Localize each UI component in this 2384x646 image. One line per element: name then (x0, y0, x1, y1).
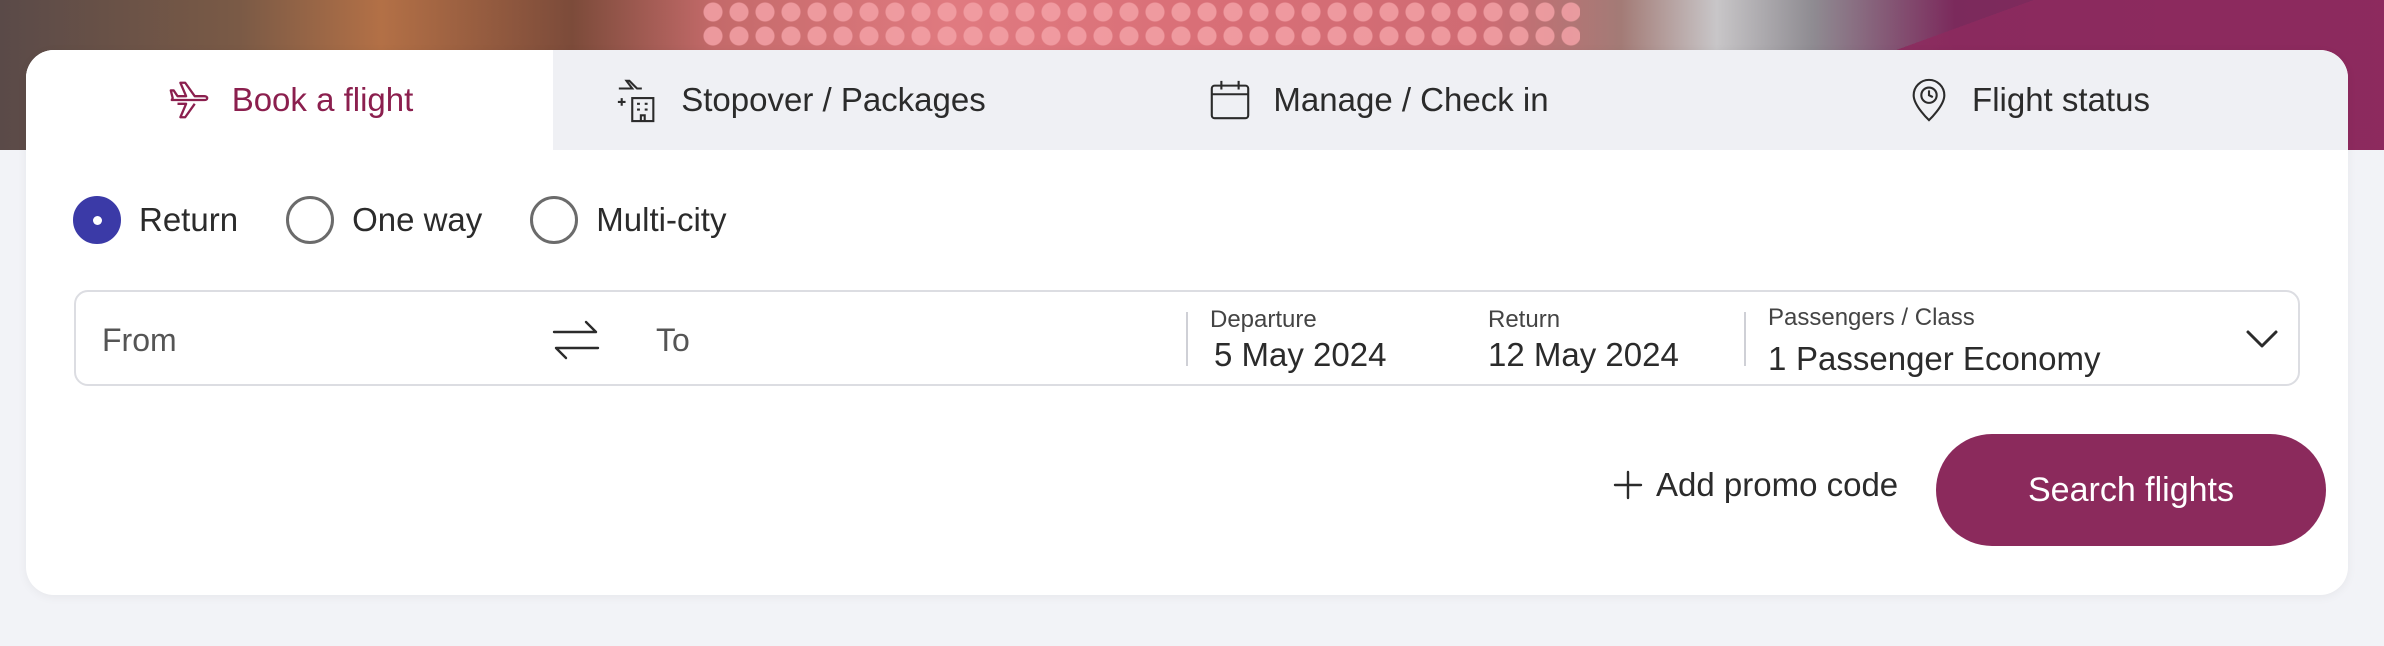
radio-button[interactable] (530, 196, 579, 244)
from-field[interactable]: From (102, 322, 177, 359)
radio-label: Return (139, 201, 239, 238)
booking-tabs: Book a flight Stopover / Packages Manage… (26, 50, 2348, 150)
passengers-label: Passengers / Class (1768, 304, 1975, 331)
trip-type-multi-city[interactable]: Multi-city (530, 196, 726, 244)
plane-hotel-icon (618, 79, 655, 123)
tab-label: Book a flight (231, 81, 414, 118)
return-date[interactable]: 12 May 2024 (1488, 336, 1679, 374)
passengers-count[interactable]: 1 (1768, 340, 1786, 378)
tab-label: Flight status (1972, 81, 2150, 118)
promo-label: Add promo code (1656, 466, 1899, 503)
radio-button-checked[interactable] (73, 196, 121, 244)
return-label: Return (1488, 306, 1561, 333)
tab-manage-check-in[interactable]: Manage / Check in (1048, 50, 1708, 150)
calendar-icon (1211, 80, 1250, 120)
add-promo-code-link[interactable]: Add promo code (1612, 466, 1898, 504)
field-divider (1186, 312, 1188, 366)
departure-date[interactable]: 5 May 2024 (1214, 336, 1386, 374)
trip-type-return[interactable]: Return (73, 196, 238, 244)
to-field[interactable]: To (656, 322, 690, 359)
departure-label: Departure (1210, 306, 1317, 333)
tab-label: Manage / Check in (1273, 81, 1549, 118)
tab-label: Stopover / Packages (681, 81, 986, 118)
location-clock-icon (1912, 78, 1946, 122)
tab-book-a-flight[interactable]: Book a flight (26, 50, 553, 150)
trip-type-one-way[interactable]: One way (286, 196, 482, 244)
booking-widget: Book a flight Stopover / Packages Manage… (26, 50, 2348, 595)
chevron-down-icon[interactable] (2242, 322, 2282, 354)
plane-icon (169, 81, 209, 119)
swap-icon[interactable] (550, 318, 602, 362)
field-divider (1744, 312, 1746, 366)
tab-flight-status[interactable]: Flight status (1708, 50, 2348, 150)
flight-search-bar: From To Departure 5 May 2024 Return 12 M… (74, 290, 2300, 386)
radio-button[interactable] (286, 196, 335, 244)
plus-icon (1613, 470, 1643, 500)
tab-stopover-packages[interactable]: Stopover / Packages (553, 50, 1048, 150)
passengers-class[interactable]: Passenger Economy (1796, 340, 2101, 378)
trip-type-selector: Return One way Multi-city (73, 196, 774, 244)
search-flights-button[interactable]: Search flights (1936, 434, 2326, 546)
radio-label: One way (352, 201, 483, 238)
radio-label: Multi-city (596, 201, 727, 238)
